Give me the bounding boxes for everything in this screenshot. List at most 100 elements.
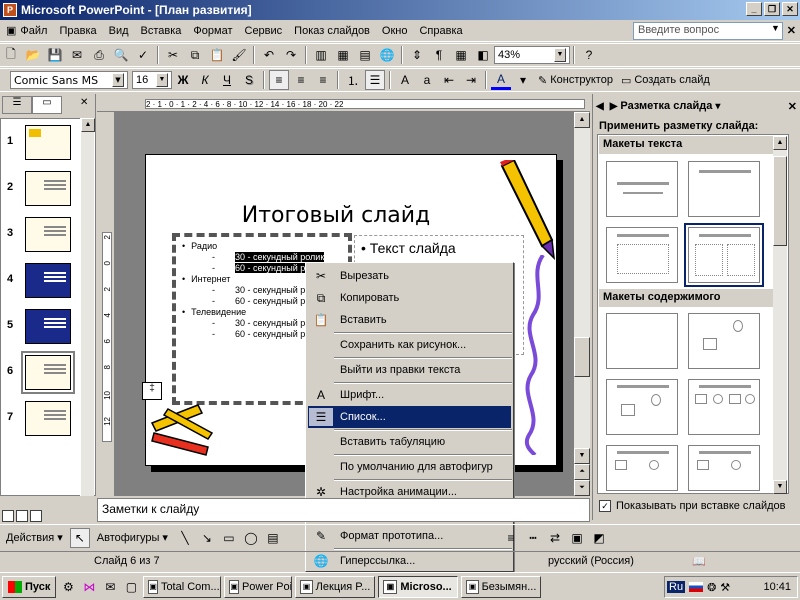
help-dropdown-icon[interactable]: ▼ — [771, 23, 780, 33]
menu-format[interactable]: Формат — [187, 25, 238, 37]
slide-thumbnail[interactable] — [25, 263, 71, 298]
slide-thumb-row[interactable]: 2 — [5, 171, 77, 209]
normal-view-icon[interactable] — [2, 510, 14, 522]
arrow-icon[interactable]: ↘ — [197, 528, 217, 548]
shadow-button[interactable]: S — [239, 70, 259, 90]
slide-thumbnail[interactable] — [25, 125, 71, 160]
quicklaunch-icon[interactable]: ⚙ — [59, 578, 77, 596]
help-question-input[interactable]: Введите вопрос — [633, 22, 783, 40]
show-formatting-icon[interactable]: ¶ — [429, 45, 449, 65]
scroll-down-icon[interactable]: ▼ — [574, 448, 590, 464]
layout-two-columns-selected[interactable] — [684, 223, 764, 287]
slides-scrollbar[interactable]: ▲ — [80, 118, 95, 496]
decrease-indent-icon[interactable]: ⇤ — [439, 70, 459, 90]
slide-thumb-row[interactable]: 5 — [5, 309, 77, 347]
rectangle-icon[interactable]: ▭ — [219, 528, 239, 548]
scroll-thumb[interactable] — [773, 156, 787, 246]
select-pointer-icon[interactable]: ↖ — [69, 527, 90, 548]
textbox-icon[interactable]: ▤ — [263, 528, 283, 548]
italic-button[interactable]: К — [195, 70, 215, 90]
slide-thumbnail[interactable] — [25, 171, 71, 206]
bold-button[interactable]: Ж — [173, 70, 193, 90]
slide-thumbnail[interactable] — [25, 217, 71, 252]
slide-thumb-row[interactable]: 3 — [5, 217, 77, 255]
open-icon[interactable]: 📂 — [23, 45, 43, 65]
tab-outline[interactable]: ☰ — [2, 96, 32, 114]
layout-title-slide[interactable] — [606, 161, 678, 217]
numbering-icon[interactable]: ⒈ — [343, 70, 363, 90]
menu-window[interactable]: Окно — [376, 25, 414, 37]
scroll-up-icon[interactable]: ▲ — [773, 136, 787, 150]
chart-icon[interactable]: ▥ — [311, 45, 331, 65]
taskbar-task-button[interactable]: ▣ Total Com... — [143, 575, 222, 598]
menu-file[interactable]: ▣ Файл — [0, 24, 53, 38]
undo-icon[interactable]: ↶ — [259, 45, 279, 65]
layout-content[interactable] — [688, 313, 760, 369]
arrow-style-icon[interactable]: ⇄ — [545, 528, 565, 548]
font-size-combo[interactable]: 16 ▼ — [132, 71, 172, 89]
quicklaunch-icon[interactable]: ✉ — [101, 578, 119, 596]
show-on-insert-checkbox[interactable]: ✓ Показывать при вставке слайдов — [599, 500, 786, 512]
slide-thumb-row[interactable]: 1 — [5, 125, 77, 163]
align-left-icon[interactable]: ≡ — [269, 70, 289, 90]
actions-menu[interactable]: Действия ▾ — [0, 531, 69, 544]
slide-thumb-row[interactable]: 7 — [5, 401, 77, 439]
layout-four-content[interactable] — [606, 445, 678, 491]
context-menu-item[interactable]: ☰ Список... — [308, 406, 511, 428]
close-icon[interactable]: ✕ — [80, 97, 88, 108]
menu-help[interactable]: Справка — [413, 25, 468, 37]
layout-title-two-content[interactable] — [688, 379, 760, 435]
taskbar-task-button[interactable]: ▣ Лекция P... — [295, 575, 376, 598]
start-button[interactable]: Пуск — [2, 575, 57, 598]
close-button[interactable]: ✕ — [782, 2, 798, 16]
context-menu-item[interactable]: Сохранить как рисунок... — [308, 334, 511, 356]
line-style-icon[interactable]: ≡ — [501, 528, 521, 548]
slide-thumb-row[interactable]: 6 — [5, 351, 77, 394]
font-name-combo[interactable]: Comic Sans MS ▼ — [10, 71, 128, 89]
keyboard-language[interactable]: Ru — [667, 581, 686, 593]
quicklaunch-icon[interactable]: ⋈ — [80, 578, 98, 596]
next-slide-icon[interactable]: ⏷ — [574, 480, 590, 496]
taskbar-task-button[interactable]: ▣Power Poi... — [224, 575, 293, 598]
oval-icon[interactable]: ◯ — [241, 528, 261, 548]
context-menu-item[interactable]: A Шрифт... — [308, 384, 511, 406]
paste-icon[interactable]: 📋 — [207, 45, 227, 65]
align-right-icon[interactable]: ≡ — [313, 70, 333, 90]
font-color-icon[interactable]: A — [491, 70, 511, 90]
underline-button[interactable]: Ч — [217, 70, 237, 90]
grid-icon[interactable]: ▦ — [451, 45, 471, 65]
minimize-button[interactable]: _ — [746, 2, 762, 16]
hyperlink-icon[interactable]: 🌐 — [377, 45, 397, 65]
decrease-font-icon[interactable]: a — [417, 70, 437, 90]
redo-icon[interactable]: ↷ — [281, 45, 301, 65]
menu-tools[interactable]: Сервис — [239, 25, 289, 37]
shadow-style-icon[interactable]: ▣ — [567, 528, 587, 548]
taskbar-task-button[interactable]: ▣ Microso... — [378, 575, 459, 598]
format-painter-icon[interactable]: 🖌 — [229, 45, 249, 65]
preview-icon[interactable]: 🔍 — [111, 45, 131, 65]
tray-app-icon[interactable]: ⚒ — [720, 581, 730, 594]
tray-app-icon[interactable]: ❂ — [707, 581, 716, 594]
chevron-down-icon[interactable]: ▾ — [715, 101, 720, 112]
prev-slide-icon[interactable]: ⏶ — [574, 464, 590, 480]
back-icon[interactable]: ◀ — [596, 101, 604, 112]
scroll-up-icon[interactable]: ▲ — [81, 118, 95, 132]
checkmark-icon[interactable]: ✓ — [599, 500, 611, 512]
slideshow-view-icon[interactable] — [30, 510, 42, 522]
tables-borders-icon[interactable]: ▤ — [355, 45, 375, 65]
tab-slides[interactable]: ▭ — [32, 96, 62, 114]
new-icon[interactable]: 🗋 — [1, 45, 21, 65]
slide-scrollbar[interactable]: ▲ ▼ ⏶ ⏷ — [574, 112, 590, 496]
scroll-up-icon[interactable]: ▲ — [574, 112, 590, 128]
spelling-status-icon[interactable]: 📖 — [692, 555, 706, 568]
notes-pane[interactable]: Заметки к слайду — [97, 498, 590, 522]
autoshapes-menu[interactable]: Автофигуры ▾ — [91, 531, 174, 544]
menu-edit[interactable]: Правка — [53, 25, 102, 37]
autofit-options-icon[interactable]: ‡ — [142, 382, 162, 400]
spelling-icon[interactable]: ✓ — [133, 45, 153, 65]
scroll-thumb[interactable] — [574, 337, 590, 377]
chevron-down-icon[interactable]: ▾ — [513, 70, 533, 90]
context-menu-item[interactable]: Выйти из правки текста — [308, 359, 511, 381]
slide-title[interactable]: Итоговый слайд — [206, 203, 466, 228]
increase-indent-icon[interactable]: ⇥ — [461, 70, 481, 90]
